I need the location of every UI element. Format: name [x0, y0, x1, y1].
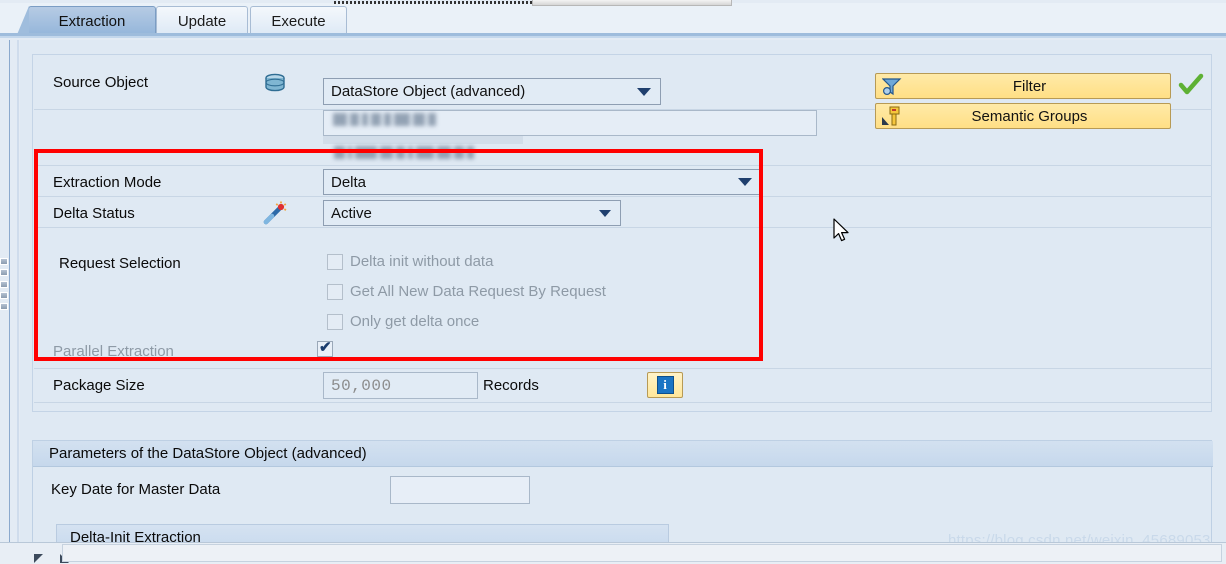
checkbox-label: Only get delta once — [350, 313, 480, 330]
checkbox-box — [327, 283, 343, 300]
parallel-extraction-label: Parallel Extraction — [53, 343, 174, 360]
splitter-rail-secondary — [17, 40, 19, 564]
green-check-icon — [1178, 73, 1204, 102]
filter-button-label: Filter — [1012, 77, 1047, 95]
horizontal-scrollbar[interactable] — [62, 544, 1222, 562]
source-object-description-redacted — [334, 146, 474, 159]
package-size-label: Package Size — [53, 377, 145, 394]
request-selection-label: Request Selection — [59, 255, 181, 272]
info-icon: i — [656, 376, 674, 394]
tab-baseline-shadow — [0, 36, 1226, 38]
key-arrow-icon — [879, 106, 905, 126]
package-size-input[interactable]: 50,000 — [323, 372, 478, 399]
database-icon — [264, 73, 286, 98]
row-divider — [34, 227, 1212, 228]
chevron-down-icon — [599, 209, 611, 217]
key-date-label: Key Date for Master Data — [51, 481, 221, 498]
package-size-value: 50,000 — [331, 376, 392, 395]
chevron-down-icon — [637, 87, 651, 96]
splitter-grip-notch — [0, 291, 8, 299]
splitter-grip-notch — [0, 280, 8, 288]
magic-wand-icon[interactable] — [263, 201, 287, 230]
extraction-group-box: Source Object DataStore Object (advanced… — [32, 54, 1212, 412]
extraction-mode-value: Delta — [331, 173, 367, 191]
semantic-groups-button-label: Semantic Groups — [971, 107, 1088, 125]
main-content: Source Object DataStore Object (advanced… — [20, 40, 1226, 564]
checkbox-box — [317, 338, 333, 357]
delta-status-combo[interactable]: Active — [323, 200, 621, 226]
checkbox-box — [327, 253, 343, 270]
source-object-name-underlay — [323, 136, 523, 144]
sap-extraction-screen: Extraction Update Execute Source Object — [0, 0, 1226, 564]
checkbox-parallel-extraction[interactable] — [317, 338, 333, 357]
splitter-grip-notch — [0, 303, 8, 310]
checkbox-only-get-delta-once[interactable]: Only get delta once — [327, 313, 479, 330]
key-date-input[interactable] — [390, 476, 530, 504]
row-divider — [34, 368, 1212, 369]
source-object-name-redacted — [333, 113, 436, 126]
row-divider — [34, 165, 1212, 166]
checkbox-label: Get All New Data Request By Request — [350, 283, 606, 300]
tab-strip: Extraction Update Execute — [0, 3, 1226, 37]
source-object-label: Source Object — [53, 74, 149, 91]
splitter-rail — [9, 40, 10, 564]
tab-execute-label: Execute — [271, 13, 326, 30]
tab-update[interactable]: Update — [156, 6, 248, 36]
package-size-unit-label: Records — [483, 377, 539, 394]
tab-extraction[interactable]: Extraction — [16, 6, 156, 37]
filter-button[interactable]: Filter — [875, 73, 1171, 99]
semantic-groups-button[interactable]: Semantic Groups — [875, 103, 1171, 129]
tab-update-label: Update — [177, 13, 227, 30]
checkbox-get-all-new-data-request-by-request[interactable]: Get All New Data Request By Request — [327, 283, 606, 300]
tab-execute[interactable]: Execute — [250, 6, 347, 36]
chevron-down-icon — [738, 178, 752, 186]
funnel-icon — [879, 77, 905, 96]
checkbox-delta-init-without-data[interactable]: Delta init without data — [327, 253, 493, 270]
mouse-cursor — [833, 218, 851, 249]
info-button[interactable]: i — [647, 372, 683, 398]
row-divider — [34, 402, 1212, 403]
splitter-grip-handle[interactable] — [0, 258, 8, 310]
splitter-grip-notch — [0, 269, 8, 277]
checkbox-label: Delta init without data — [350, 253, 494, 270]
row-divider — [34, 196, 1212, 197]
delta-status-value: Active — [331, 204, 372, 222]
checkbox-box — [327, 313, 343, 330]
extraction-mode-label: Extraction Mode — [53, 174, 162, 191]
splitter-grip-notch — [0, 258, 8, 265]
extraction-mode-combo[interactable]: Delta — [323, 169, 762, 195]
parameters-panel-title: Parameters of the DataStore Object (adva… — [33, 441, 1213, 467]
delta-status-label: Delta Status — [53, 205, 135, 222]
scroll-left-icon — [33, 554, 43, 563]
source-object-type-value: DataStore Object (advanced) — [331, 83, 526, 100]
scroll-left-button[interactable] — [27, 546, 49, 563]
parameters-panel-title-label: Parameters of the DataStore Object (adva… — [49, 445, 367, 462]
tab-extraction-label: Extraction — [58, 13, 126, 30]
source-object-type-combo[interactable]: DataStore Object (advanced) — [323, 78, 661, 105]
